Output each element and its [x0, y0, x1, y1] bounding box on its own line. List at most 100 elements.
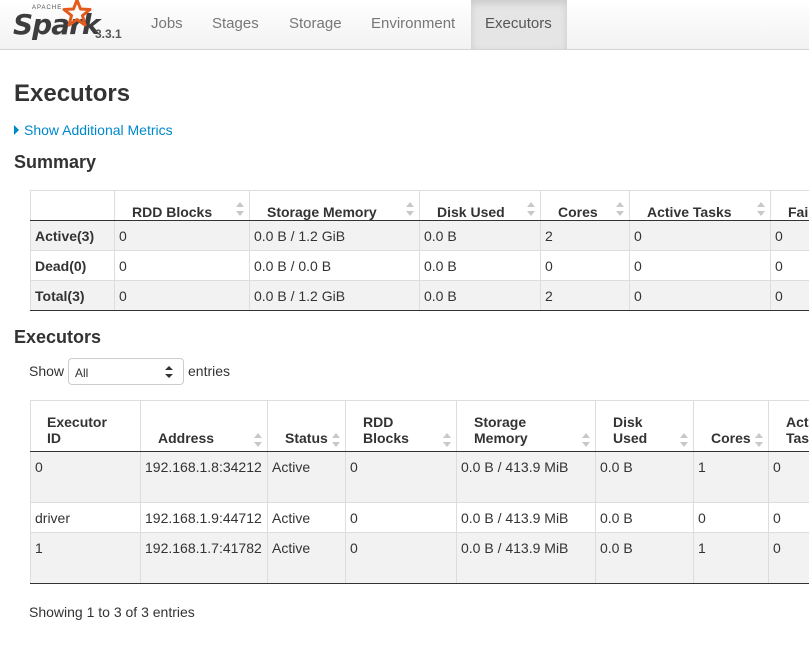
summary-row-label: Dead(0) [30, 250, 115, 281]
summary-header-blank [30, 190, 115, 221]
show-label: Show [29, 363, 65, 379]
summary-cell: 0 [770, 250, 809, 281]
show-additional-metrics-toggle[interactable]: Show Additional Metrics [14, 122, 173, 138]
select-caret-icon [165, 366, 173, 378]
entries-label: entries [188, 363, 231, 379]
summary-cell: 0 [114, 220, 250, 251]
executors-header-address[interactable]: Address [140, 400, 268, 452]
spark-logo[interactable]: APACHE Spark 3.3.1 [12, 0, 137, 48]
tab-environment[interactable]: Environment [357, 0, 469, 49]
executor-id-cell: driver [30, 502, 141, 533]
executor-id-cell: 0 [30, 451, 141, 503]
executors-header-executor-id[interactable]: Executor ID [30, 400, 141, 452]
top-navbar: APACHE Spark 3.3.1 Jobs Stages Storage E… [0, 0, 809, 50]
active-tasks-cell: 0 [768, 502, 809, 533]
summary-cell: 0 [114, 280, 250, 311]
sort-icon [236, 202, 244, 216]
executor-id-cell: 1 [30, 532, 141, 584]
storage-memory-cell: 0.0 B / 413.9 MiB [456, 502, 596, 533]
summary-header-disk-used[interactable]: Disk Used [419, 190, 541, 221]
summary-cell: 0.0 B [419, 280, 541, 311]
executors-header-storage-memory[interactable]: Storage Memory [456, 400, 596, 452]
sort-icon [757, 202, 765, 216]
summary-row-label: Total(3) [30, 280, 115, 311]
summary-header-failed-tasks[interactable]: Failed Tasks [770, 190, 809, 221]
disk-used-cell: 0.0 B [595, 502, 694, 533]
spark-star-icon [62, 0, 92, 27]
tab-stages[interactable]: Stages [198, 0, 273, 49]
summary-header-active-tasks[interactable]: Active Tasks [629, 190, 771, 221]
summary-cell: 0.0 B / 1.2 GiB [249, 280, 420, 311]
storage-memory-cell: 0.0 B / 413.9 MiB [456, 532, 596, 584]
summary-cell: 0 [629, 250, 771, 281]
cores-cell: 1 [693, 532, 769, 584]
page-length-select[interactable]: All [68, 358, 184, 385]
summary-title: Summary [14, 152, 97, 172]
address-cell: 192.168.1.8:34212 [140, 451, 268, 503]
sort-icon [582, 433, 590, 447]
executors-header-active-tasks[interactable]: ActiveTasks [768, 400, 809, 452]
sort-icon [406, 202, 414, 216]
table-info-text: Showing 1 to 3 of 3 entries [29, 604, 195, 620]
sort-icon [680, 433, 688, 447]
summary-cell: 2 [540, 220, 630, 251]
summary-cell: 2 [540, 280, 630, 311]
active-tasks-cell: 0 [768, 451, 809, 503]
disk-used-cell: 0.0 B [595, 451, 694, 503]
summary-table: RDD Blocks Storage Memory Disk Used Core… [30, 190, 809, 311]
summary-row-dead: Dead(0) 0 0.0 B / 0.0 B 0.0 B 0 0 0 [30, 250, 809, 281]
summary-cell: 0 [629, 280, 771, 311]
table-row: 0 192.168.1.8:34212 Active 0 0.0 B / 413… [30, 451, 809, 503]
tab-executors[interactable]: Executors [471, 0, 567, 49]
summary-cell: 0.0 B / 0.0 B [249, 250, 420, 281]
storage-memory-cell: 0.0 B / 413.9 MiB [456, 451, 596, 503]
sort-icon [616, 202, 624, 216]
sort-icon [332, 433, 340, 447]
summary-row-active: Active(3) 0 0.0 B / 1.2 GiB 0.0 B 2 0 0 [30, 220, 809, 251]
rdd-blocks-cell: 0 [345, 532, 457, 584]
summary-cell: 0 [114, 250, 250, 281]
page-title: Executors [14, 80, 131, 107]
summary-header-cores[interactable]: Cores [540, 190, 630, 221]
sort-icon [443, 433, 451, 447]
tab-storage[interactable]: Storage [275, 0, 356, 49]
summary-row-label: Active(3) [30, 220, 115, 251]
summary-cell: 0 [629, 220, 771, 251]
summary-header-rdd-blocks[interactable]: RDD Blocks [114, 190, 250, 221]
summary-cell: 0.0 B / 1.2 GiB [249, 220, 420, 251]
summary-cell: 0.0 B [419, 220, 541, 251]
sort-icon [527, 202, 535, 216]
executors-header-cores[interactable]: Cores [693, 400, 769, 452]
disk-used-cell: 0.0 B [595, 532, 694, 584]
summary-row-total: Total(3) 0 0.0 B / 1.2 GiB 0.0 B 2 0 0 [30, 280, 809, 311]
summary-header-storage-memory[interactable]: Storage Memory [249, 190, 420, 221]
executors-section-title: Executors [14, 327, 102, 347]
executors-header-disk-used[interactable]: Disk Used [595, 400, 694, 452]
status-cell: Active [267, 502, 346, 533]
status-cell: Active [267, 451, 346, 503]
rdd-blocks-cell: 0 [345, 502, 457, 533]
rdd-blocks-cell: 0 [345, 451, 457, 503]
page-length-value: All [75, 366, 89, 380]
toggle-label: Show Additional Metrics [24, 122, 173, 138]
cores-cell: 0 [693, 502, 769, 533]
caret-right-icon [14, 125, 19, 135]
sort-icon [755, 433, 763, 447]
sort-icon [254, 433, 262, 447]
tab-jobs[interactable]: Jobs [137, 0, 197, 49]
brand-version: 3.3.1 [95, 27, 122, 41]
table-row: driver 192.168.1.9:44712 Active 0 0.0 B … [30, 502, 809, 533]
summary-cell: 0 [770, 280, 809, 311]
executors-header-status[interactable]: Status [267, 400, 346, 452]
address-cell: 192.168.1.7:41782 [140, 532, 268, 584]
status-cell: Active [267, 532, 346, 584]
summary-cell: 0 [770, 220, 809, 251]
cores-cell: 1 [693, 451, 769, 503]
summary-cell: 0.0 B [419, 250, 541, 281]
summary-cell: 0 [540, 250, 630, 281]
address-cell: 192.168.1.9:44712 [140, 502, 268, 533]
executors-table: Executor ID Address Status RDD Blocks Stor… [30, 400, 809, 584]
executors-header-rdd-blocks[interactable]: RDD Blocks [345, 400, 457, 452]
active-tasks-cell: 0 [768, 532, 809, 584]
table-row: 1 192.168.1.7:41782 Active 0 0.0 B / 413… [30, 532, 809, 584]
